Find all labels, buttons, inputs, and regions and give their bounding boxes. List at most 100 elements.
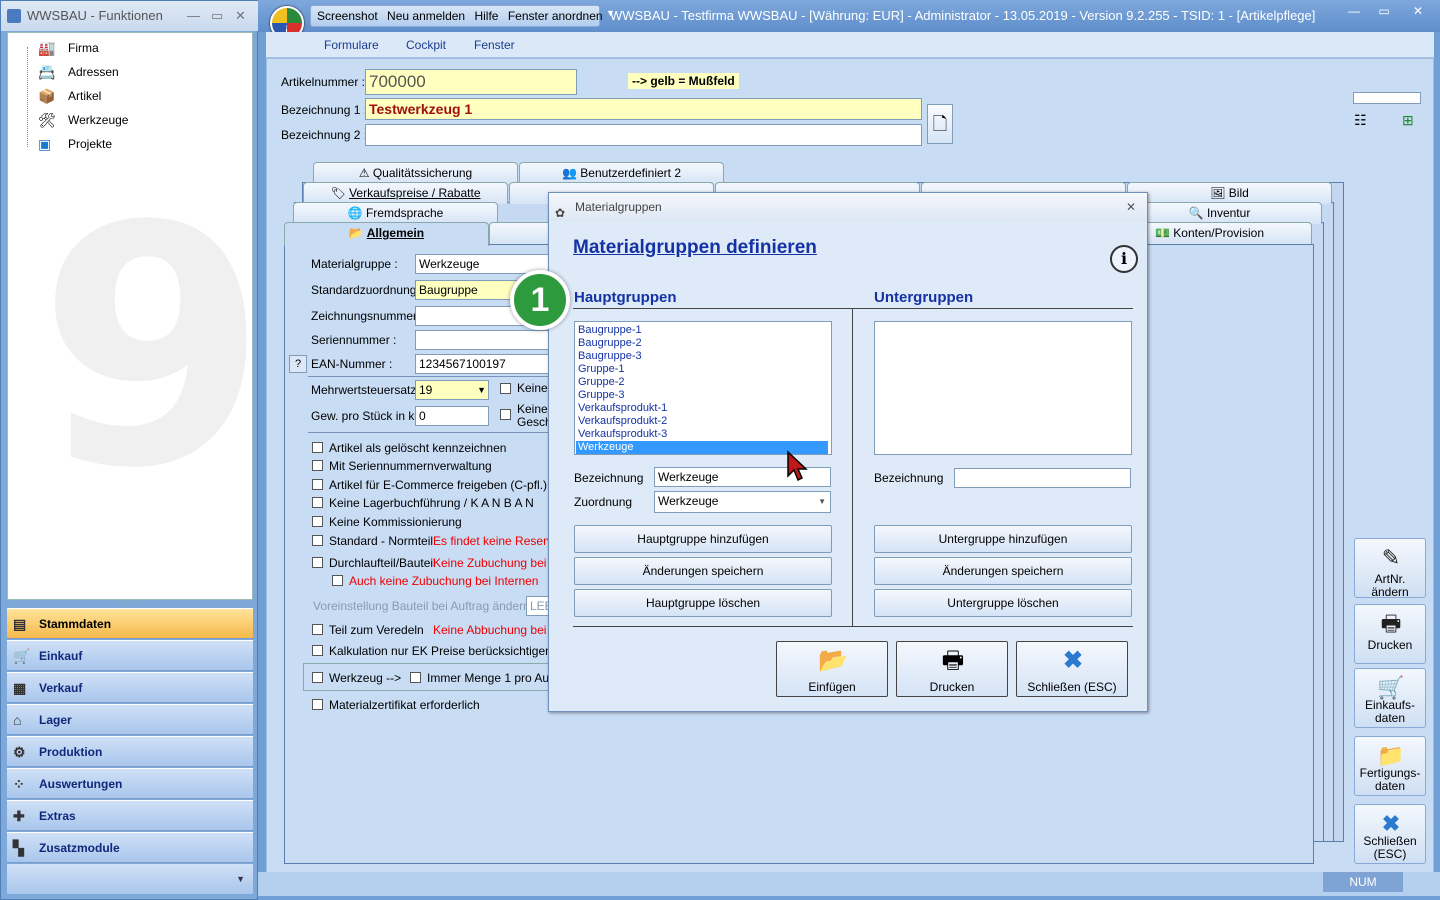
nav-produktion[interactable]: ⚙ Produktion — [7, 736, 253, 767]
checkbox-durchlaufteil[interactable] — [312, 557, 323, 568]
einkaufsdaten-button[interactable]: 🛒 Einkaufs- daten — [1354, 668, 1426, 728]
chevron-down-icon[interactable]: ▼ — [477, 381, 486, 399]
maximize-icon[interactable]: ▭ — [1370, 2, 1398, 20]
u-bezeichnung-field[interactable] — [954, 468, 1131, 488]
keine-checkbox-1[interactable] — [500, 383, 511, 394]
checkbox-normteil[interactable] — [312, 535, 323, 546]
menu-hilfe[interactable]: Hilfe — [474, 9, 498, 23]
nav-lager[interactable]: ⌂ Lager — [7, 704, 253, 735]
veredeln-note: Keine Abbuchung bei Fe — [433, 623, 564, 637]
checkbox-zertifikat[interactable] — [312, 699, 323, 710]
menu-screenshot[interactable]: Screenshot — [317, 9, 378, 23]
checkbox-geloescht[interactable] — [312, 442, 323, 453]
aenderungen-speichern-unter-button[interactable]: Änderungen speichern — [874, 557, 1132, 585]
tab-label: Inventur — [1206, 206, 1251, 220]
schliessen-button[interactable]: ✖ Schließen (ESC) — [1016, 641, 1128, 697]
tab-cockpit[interactable]: Cockpit — [406, 32, 446, 58]
einfuegen-button[interactable]: 📂 Einfügen — [776, 641, 888, 697]
tab-formulare[interactable]: Formulare — [324, 32, 379, 58]
tab-verkaufspreise[interactable]: 🏷 Verkaufspreise / Rabatte — [303, 182, 508, 204]
list-item[interactable]: Verkaufsprodukt-1 — [578, 402, 667, 415]
list-item[interactable]: Baugruppe-2 — [578, 337, 642, 350]
button-label: Drucken — [929, 680, 975, 694]
keine-checkbox-2[interactable] — [500, 409, 511, 420]
menu-neu-anmelden[interactable]: Neu anmelden — [387, 9, 465, 23]
list-item[interactable]: Gruppe-3 — [578, 389, 624, 402]
minimize-icon[interactable]: — — [187, 1, 200, 31]
ean-field[interactable]: 1234567100197 — [415, 354, 555, 374]
label-veredeln: Teil zum Veredeln — [329, 623, 424, 637]
schliessen-side-button[interactable]: ✖ Schließen (ESC) — [1354, 804, 1426, 864]
ean-help-button[interactable]: ? — [289, 355, 307, 373]
bezeichnung1-field[interactable]: Testwerkzeug 1 — [365, 98, 922, 120]
artnr-aendern-button[interactable]: ✎ ArtNr. ändern — [1354, 538, 1426, 599]
chevron-down-icon[interactable]: ▼ — [236, 874, 245, 884]
checkbox-veredeln[interactable] — [312, 624, 323, 635]
checkbox-auch-keine[interactable] — [332, 575, 343, 586]
zeichnungsnummer-label: Zeichnungsnummer : — [311, 309, 424, 323]
checkbox-kommissionierung[interactable] — [312, 516, 323, 527]
list-item[interactable]: Gruppe-1 — [578, 363, 624, 376]
info-icon[interactable]: i — [1110, 245, 1138, 273]
drucken-button[interactable]: 🖶 Drucken — [896, 641, 1008, 697]
fertigungsdaten-button[interactable]: 📁 Fertigungs- daten — [1354, 736, 1426, 796]
drucken-side-button[interactable]: 🖶 Drucken — [1354, 604, 1426, 664]
untergruppen-list[interactable] — [874, 321, 1132, 455]
hauptgruppe-hinzufuegen-button[interactable]: Hauptgruppe hinzufügen — [574, 525, 832, 553]
checkbox-ecommerce[interactable] — [312, 479, 323, 490]
zuordnung-select[interactable]: Werkzeuge ▼ — [654, 491, 831, 513]
tab-benutzerdefiniert2[interactable]: 👥 Benutzerdefiniert 2 — [519, 162, 724, 184]
untergruppe-loeschen-button[interactable]: Untergruppe löschen — [874, 589, 1132, 617]
close-icon[interactable]: ✕ — [1404, 2, 1432, 20]
checkbox-kalkulation[interactable] — [312, 645, 323, 656]
zuordnung-value: Werkzeuge — [658, 494, 719, 508]
tab-allgemein[interactable]: 📂 Allgemein — [284, 222, 489, 246]
small-search-field[interactable] — [1353, 92, 1421, 104]
mwst-select[interactable]: 19 ▼ — [415, 380, 489, 400]
step-badge: 1 — [510, 270, 570, 330]
close-icon[interactable]: ✕ — [1126, 193, 1136, 221]
bezeichnung2-field[interactable] — [365, 124, 922, 146]
list-item[interactable]: Baugruppe-1 — [578, 324, 642, 337]
maximize-icon[interactable]: ▭ — [211, 1, 223, 31]
list-item[interactable]: Verkaufsprodukt-3 — [578, 428, 667, 441]
label-kommissionierung: Keine Kommissionierung — [329, 515, 462, 529]
hauptgruppe-loeschen-button[interactable]: Hauptgruppe löschen — [574, 589, 832, 617]
document-icon[interactable]: 🗋 — [927, 104, 953, 144]
checkbox-werkzeug[interactable] — [312, 672, 323, 683]
chevron-down-icon[interactable]: ▼ — [818, 493, 826, 511]
gesch-label: Gesch — [517, 415, 552, 429]
nav-zusatzmodule[interactable]: ▚ Zusatzmodule — [7, 832, 253, 863]
nav-einkauf[interactable]: 🛒 Einkauf — [7, 640, 253, 671]
checkbox-lagerbuchfuehrung[interactable] — [312, 497, 323, 508]
list-item[interactable]: Baugruppe-3 — [578, 350, 642, 363]
nav-extras[interactable]: ✚ Extras — [7, 800, 253, 831]
minimize-icon[interactable]: — — [1340, 2, 1368, 20]
nav-stammdaten[interactable]: ▤ Stammdaten — [7, 608, 253, 639]
nav-verkauf[interactable]: ▦ Verkauf — [7, 672, 253, 703]
aenderungen-speichern-haupt-button[interactable]: Änderungen speichern — [574, 557, 832, 585]
seriennummer-field[interactable] — [415, 330, 555, 350]
tab-bild[interactable]: 🖼 Bild — [1127, 182, 1332, 204]
hauptgruppen-list[interactable]: Baugruppe-1 Baugruppe-2 Baugruppe-3 Grup… — [574, 321, 832, 455]
tab-fremdsprache[interactable]: 🌐 Fremdsprache — [293, 202, 498, 224]
nav-overflow[interactable]: ▼ — [7, 864, 253, 894]
project-icon: ▣ — [38, 136, 52, 152]
gewicht-field[interactable]: 0 — [415, 406, 489, 426]
list-edit-icon[interactable]: ☷ — [1354, 112, 1367, 129]
checkbox-seriennummer[interactable] — [312, 460, 323, 471]
menu-fenster-anordnen[interactable]: Fenster anordnen — [508, 9, 603, 23]
checkbox-immer-menge[interactable] — [410, 672, 421, 683]
close-icon[interactable]: ✕ — [235, 1, 246, 31]
tab-label: Verkaufspreise / Rabatte — [349, 186, 481, 200]
splitter-grip[interactable]: • • • • • — [7, 599, 253, 608]
list-item[interactable]: Gruppe-2 — [578, 376, 624, 389]
list-item[interactable]: Verkaufsprodukt-2 — [578, 415, 667, 428]
main-title: WWSBAU - Testfirma WWSBAU - [Währung: EU… — [610, 8, 1316, 23]
tab-fenster[interactable]: Fenster — [474, 32, 515, 58]
untergruppe-hinzufuegen-button[interactable]: Untergruppe hinzufügen — [874, 525, 1132, 553]
tab-qualitaetssicherung[interactable]: ⚠ Qualitätssicherung — [313, 162, 518, 184]
artikelnummer-field[interactable]: 700000 — [365, 69, 577, 95]
list-add-icon[interactable]: ⊞ — [1402, 112, 1414, 129]
nav-auswertungen[interactable]: ⁘ Auswertungen — [7, 768, 253, 799]
